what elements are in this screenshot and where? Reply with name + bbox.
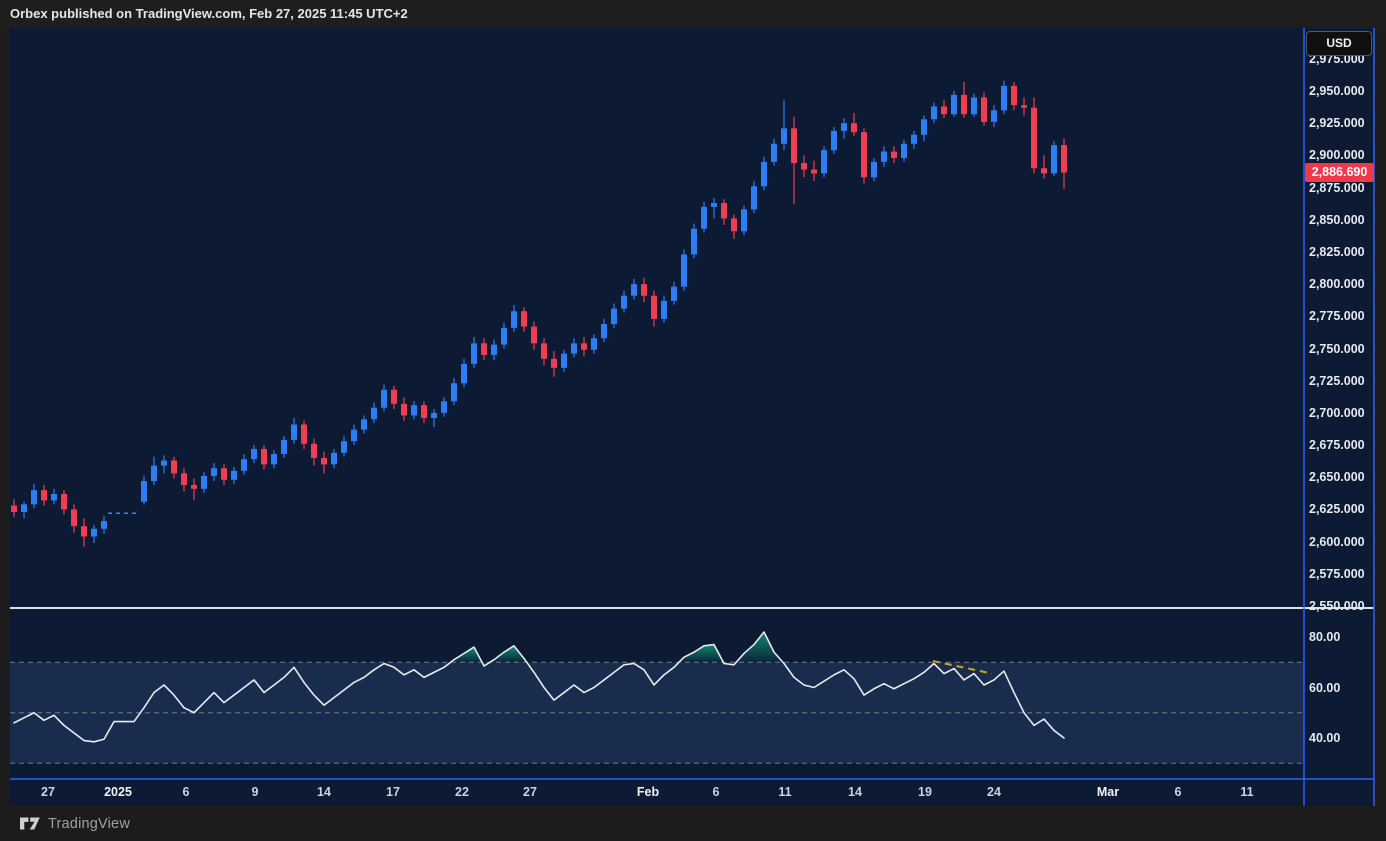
- price-axis[interactable]: 2,975.000 2,950.000 2,925.000 2,900.000 2,87…: [1304, 28, 1376, 780]
- time-tick-label: 6: [182, 785, 190, 799]
- rsi-tick-label: 80.00: [1309, 630, 1341, 644]
- time-tick-label: 11: [1240, 785, 1254, 799]
- time-tick-label: 9: [251, 785, 259, 799]
- price-tick-label: 2,925.000: [1309, 116, 1365, 131]
- tradingview-logo-icon: [20, 817, 40, 830]
- price-tick-label: 2,550.000: [1309, 599, 1365, 613]
- currency-button[interactable]: USD: [1306, 31, 1372, 56]
- tradingview-snapshot: Orbex published on TradingView.com, Feb …: [0, 0, 1386, 841]
- price-tick-label: 2,625.000: [1309, 502, 1365, 517]
- rsi-tick-label: 60.00: [1309, 680, 1341, 695]
- time-tick-label: Feb: [636, 785, 660, 799]
- price-tick-label: 2,725.000: [1309, 373, 1365, 388]
- time-tick-label: 6: [1174, 785, 1182, 799]
- time-tick-label: 24: [987, 785, 1001, 799]
- price-tick-label: 2,750.000: [1309, 341, 1365, 356]
- time-tick-label: 11: [778, 785, 792, 799]
- time-tick-label: 2025: [104, 785, 132, 799]
- footer-bar: TradingView: [0, 806, 1386, 841]
- price-tick-label: 2,775.000: [1309, 309, 1365, 324]
- price-tick-label: 2,800.000: [1309, 277, 1365, 292]
- tradingview-link[interactable]: TradingView: [0, 816, 130, 832]
- price-tick-label: 2,900.000: [1309, 148, 1365, 163]
- price-tick-label: 2,950.000: [1309, 84, 1365, 98]
- time-tick-label: 17: [386, 785, 400, 799]
- price-tick-label: 2,675.000: [1309, 438, 1365, 453]
- price-tick-label: 2,700.000: [1309, 405, 1365, 420]
- price-tick-label: 2,575.000: [1309, 566, 1365, 581]
- price-tick-label: 2,850.000: [1309, 212, 1365, 227]
- price-chart-canvas[interactable]: [0, 0, 1386, 841]
- time-tick-label: 14: [848, 785, 862, 799]
- tradingview-brand: TradingView: [48, 815, 130, 832]
- price-tick-label: 2,650.000: [1309, 470, 1365, 485]
- time-tick-label: Mar: [1096, 785, 1120, 799]
- time-tick-label: 6: [712, 785, 720, 799]
- time-tick-label: 22: [455, 785, 469, 799]
- time-tick-label: 14: [317, 785, 331, 799]
- time-axis[interactable]: 27 2025 6 9 14 17 22 27 Feb 6 11 14 19 24 Mar 6 11: [10, 780, 1374, 806]
- last-price-badge: 2,886.690: [1305, 163, 1374, 182]
- price-tick-label: 2,825.000: [1309, 244, 1365, 259]
- time-tick-label: 19: [918, 785, 932, 799]
- rsi-tick-label: 40.00: [1309, 731, 1341, 745]
- price-tick-label: 2,600.000: [1309, 534, 1365, 549]
- time-tick-label: 27: [523, 785, 537, 799]
- time-tick-label: 27: [41, 785, 55, 799]
